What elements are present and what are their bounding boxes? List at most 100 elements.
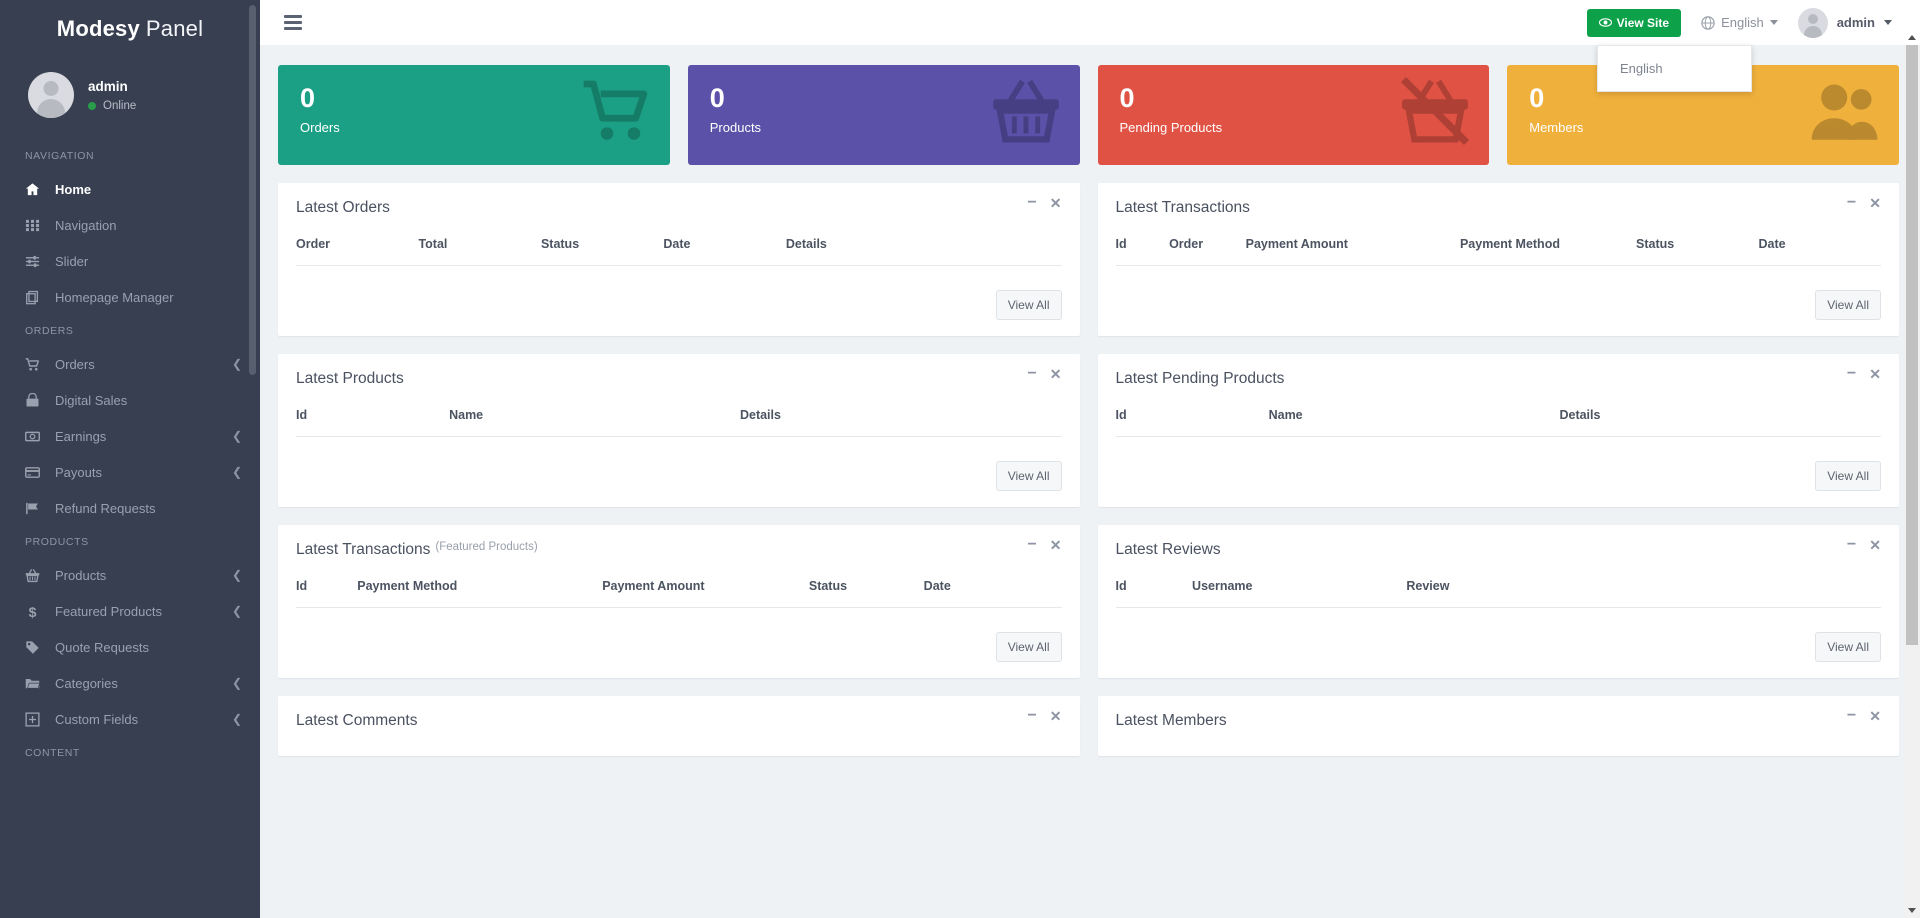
table-header-row: Order Total Status Date Details: [296, 231, 1062, 266]
sidebar-item-label: Products: [55, 567, 107, 583]
table-column-header: Id: [1115, 402, 1269, 437]
dashboard-content: 0 Orders 0 Products 0 Pending Products 0 Member…: [260, 45, 1920, 918]
table-column-header: Order: [296, 231, 419, 266]
sidebar-item-orders[interactable]: Orders ❮: [0, 346, 260, 382]
panel-close-icon[interactable]: ✕: [1050, 709, 1062, 723]
cart-icon: [25, 357, 40, 370]
hamburger-menu-icon[interactable]: [278, 8, 308, 37]
chevron-left-icon: ❮: [231, 465, 242, 479]
sidebar-item-refund-requests[interactable]: Refund Requests: [0, 490, 260, 526]
plus-square-icon: [25, 711, 40, 727]
language-dropdown[interactable]: English: [1597, 45, 1752, 92]
sidebar-item-digital-sales[interactable]: Digital Sales: [0, 382, 260, 418]
topbar: View Site English admin: [260, 0, 1920, 45]
sidebar-item-home[interactable]: Home: [0, 171, 260, 207]
panel-header: Latest Orders − ✕: [278, 183, 1080, 217]
panel-latest-reviews: Latest Reviews − ✕ Id Username Review View All: [1097, 525, 1899, 678]
online-dot-icon: [88, 102, 96, 110]
sidebar-item-label: Quote Requests: [55, 639, 149, 655]
stat-card-products[interactable]: 0 Products: [687, 65, 1080, 165]
sidebar-item-slider[interactable]: Slider: [0, 243, 260, 279]
avatar: [1797, 7, 1828, 38]
scroll-down-arrow-icon[interactable]: [1904, 902, 1920, 918]
panel-body: Id Name Details: [1098, 388, 1900, 451]
language-option-english[interactable]: English: [1598, 54, 1751, 83]
sidebar-user-status-label: Online: [103, 100, 137, 112]
sidebar-item-categories[interactable]: Categories ❮: [0, 665, 260, 701]
panel-close-icon[interactable]: ✕: [1869, 196, 1881, 210]
view-all-button[interactable]: View All: [995, 290, 1062, 320]
stat-card-pending-products[interactable]: 0 Pending Products: [1097, 65, 1490, 165]
dollar-icon: $: [25, 604, 47, 619]
chevron-left-icon: ❮: [231, 429, 242, 443]
view-all-button[interactable]: View All: [995, 632, 1062, 662]
panel-close-icon[interactable]: ✕: [1869, 367, 1881, 381]
table-column-header: Id: [1115, 573, 1193, 608]
view-all-button[interactable]: View All: [1815, 290, 1881, 320]
grid-icon: [25, 219, 40, 231]
panel-header: Latest Transactions − ✕: [1098, 183, 1900, 217]
panel-title: Latest Products: [296, 370, 404, 387]
panel-close-icon[interactable]: ✕: [1050, 367, 1062, 381]
panel-minimize-icon[interactable]: −: [1027, 537, 1036, 553]
panel-close-icon[interactable]: ✕: [1869, 709, 1881, 723]
panel-body: [278, 730, 1080, 756]
basket-off-icon: [1401, 76, 1470, 146]
view-all-button[interactable]: View All: [1815, 632, 1881, 662]
sidebar-item-earnings[interactable]: Earnings ❮: [0, 418, 260, 454]
chevron-down-icon: [1884, 20, 1892, 25]
account-menu[interactable]: admin: [1797, 7, 1892, 38]
sidebar-user-box[interactable]: admin Online: [0, 58, 260, 140]
sidebar-item-label: Featured Products: [55, 603, 162, 619]
view-all-button[interactable]: View All: [995, 461, 1062, 491]
panel-header: Latest Members − ✕: [1098, 696, 1900, 730]
panel-header: Latest Transactions (Featured Products) − ✕: [278, 525, 1080, 559]
panel-footer: View All: [278, 280, 1080, 336]
sidebar-item-products[interactable]: Products ❮: [0, 557, 260, 593]
users-icon: [1809, 75, 1881, 152]
panel-minimize-icon[interactable]: −: [1027, 708, 1036, 724]
panel-minimize-icon[interactable]: −: [1027, 366, 1036, 382]
main-scrollbar-thumb[interactable]: [1906, 45, 1918, 645]
panel-close-icon[interactable]: ✕: [1050, 538, 1062, 552]
sidebar-item-label: Custom Fields: [55, 711, 139, 727]
panel-header: Latest Products − ✕: [278, 354, 1080, 388]
view-site-button[interactable]: View Site: [1586, 8, 1682, 37]
table-column-header: Payment Method: [1459, 231, 1637, 266]
basket-off-icon: [1399, 75, 1471, 152]
dollar-icon: $: [29, 604, 37, 619]
flag-icon: [26, 502, 38, 514]
panel-body: [1098, 730, 1900, 756]
sidebar-item-payouts[interactable]: Payouts ❮: [0, 454, 260, 490]
sidebar-item-label: Slider: [55, 253, 89, 269]
panel-latest-pending-products: Latest Pending Products − ✕ Id Name Details Vi…: [1097, 354, 1900, 507]
panel-minimize-icon[interactable]: −: [1027, 195, 1036, 211]
panel-minimize-icon[interactable]: −: [1847, 366, 1856, 382]
sidebar-section-heading: CONTENT: [25, 747, 80, 759]
plus-square-icon: [25, 711, 47, 727]
panel-minimize-icon[interactable]: −: [1847, 537, 1856, 553]
avatar: [28, 72, 74, 118]
brand-logo[interactable]: Modesy Panel: [0, 0, 260, 58]
sidebar-item-navigation[interactable]: Navigation: [0, 207, 260, 243]
money-icon: [25, 429, 47, 444]
panel-header: Latest Pending Products − ✕: [1098, 354, 1900, 388]
sidebar-scrollbar[interactable]: [249, 5, 256, 375]
sidebar-item-label: Payouts: [55, 464, 102, 480]
panel-close-icon[interactable]: ✕: [1869, 538, 1881, 552]
sidebar-section-heading: ORDERS: [25, 325, 74, 337]
language-selector[interactable]: English: [1701, 15, 1778, 30]
main-scrollbar[interactable]: [1904, 34, 1920, 918]
sidebar-item-custom-fields[interactable]: Custom Fields ❮: [0, 701, 260, 737]
sidebar-item-featured-products[interactable]: $ Featured Products ❮: [0, 593, 260, 629]
panel-minimize-icon[interactable]: −: [1847, 708, 1856, 724]
panel-footer: View All: [1098, 451, 1900, 507]
panel-minimize-icon[interactable]: −: [1847, 195, 1856, 211]
stat-card-orders[interactable]: 0 Orders: [278, 65, 670, 165]
scroll-up-arrow-icon[interactable]: [1904, 29, 1920, 45]
bag-icon: [25, 392, 47, 408]
sidebar-item-quote-requests[interactable]: Quote Requests: [0, 629, 260, 665]
view-all-button[interactable]: View All: [1815, 461, 1881, 491]
panel-close-icon[interactable]: ✕: [1050, 196, 1062, 210]
sidebar-item-homepage-manager[interactable]: Homepage Manager: [0, 279, 260, 315]
